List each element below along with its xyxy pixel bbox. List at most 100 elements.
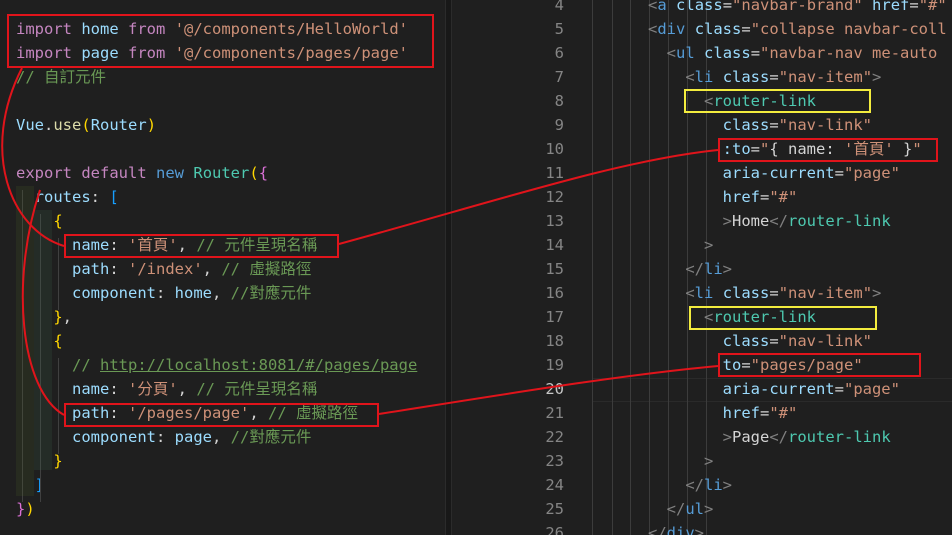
code-token: class xyxy=(722,116,770,134)
right-code-line[interactable]: class="nav-link" xyxy=(648,329,872,353)
left-code-line[interactable]: import page from '@/components/pages/pag… xyxy=(16,41,408,65)
line-number: 18 xyxy=(545,332,564,350)
code-token: '/index' xyxy=(128,260,203,278)
right-code-line[interactable]: href="#" xyxy=(648,401,798,425)
line-number: 15 xyxy=(545,260,564,278)
code-token: , xyxy=(177,380,197,398)
code-token: "navbar-nav me-auto xyxy=(760,44,938,62)
right-code-line[interactable]: <div class="collapse navbar-coll xyxy=(648,17,947,41)
line-number: 17 xyxy=(545,308,564,326)
right-code-line[interactable]: <ul class="navbar-nav me-auto xyxy=(648,41,938,65)
right-code-line[interactable]: to="pages/page" xyxy=(648,353,863,377)
right-code-line[interactable]: <router-link xyxy=(648,89,816,113)
code-token: : xyxy=(109,404,128,422)
left-code-line[interactable]: // 自訂元件 xyxy=(16,65,106,89)
left-code-line[interactable]: }) xyxy=(16,497,35,521)
left-code-line[interactable]: component: page, //對應元件 xyxy=(16,425,311,449)
code-token: import xyxy=(16,20,72,38)
left-code-line[interactable]: component: home, //對應元件 xyxy=(16,281,311,305)
line-number: 9 xyxy=(554,116,564,134)
right-code-line[interactable]: :to="{ name: '首頁' }" xyxy=(648,137,922,161)
indent-band xyxy=(612,0,613,535)
line-number: 22 xyxy=(545,428,564,446)
left-editor-pane[interactable]: import home from '@/components/HelloWorl… xyxy=(0,0,445,535)
code-token: '分頁' xyxy=(128,380,178,398)
line-number: 6 xyxy=(554,44,564,62)
code-token: = xyxy=(769,116,779,134)
code-token: = xyxy=(759,188,770,206)
code-token: } xyxy=(16,500,26,518)
code-token: div xyxy=(666,524,695,535)
code-token: > xyxy=(704,500,714,518)
right-code-line[interactable]: <router-link xyxy=(648,305,816,329)
right-code-line[interactable]: >Page</router-link xyxy=(648,425,891,449)
line-number: 21 xyxy=(545,404,564,422)
code-token: > xyxy=(872,68,882,86)
code-token: ( xyxy=(249,164,259,182)
code-token: > xyxy=(722,260,733,278)
right-code-line[interactable]: </li> xyxy=(648,473,732,497)
right-code-line[interactable]: </li> xyxy=(648,257,732,281)
code-token: "nav-link" xyxy=(778,332,872,350)
right-code-line[interactable]: aria-current="page" xyxy=(648,377,900,401)
right-code-line[interactable]: <a class="navbar-brand" href="#" xyxy=(648,0,947,17)
code-token: > xyxy=(722,428,732,446)
code-token: </ xyxy=(685,476,704,494)
right-code-line[interactable]: href="#" xyxy=(648,185,798,209)
code-token: from xyxy=(128,20,166,38)
line-number: 13 xyxy=(545,212,564,230)
right-code-line[interactable]: <li class="nav-item"> xyxy=(648,65,881,89)
line-number: 14 xyxy=(545,236,564,254)
code-token: : xyxy=(156,428,175,446)
code-token: http://localhost:8081/#/pages/page xyxy=(100,356,418,374)
right-code-line[interactable]: <li class="nav-item"> xyxy=(648,281,881,305)
code-token: class xyxy=(704,44,751,62)
left-code-line[interactable]: path: '/index', // 虛擬路徑 xyxy=(16,257,311,281)
right-code-line[interactable]: class="nav-link" xyxy=(648,113,872,137)
code-token: "page" xyxy=(843,380,900,398)
line-number: 20 xyxy=(545,380,564,398)
line-number: 10 xyxy=(545,140,564,158)
left-code-line[interactable]: name: '分頁', // 元件呈現名稱 xyxy=(16,377,317,401)
code-token: : xyxy=(109,236,128,254)
code-token: < xyxy=(666,44,677,62)
code-token: Home xyxy=(732,212,770,230)
code-token: "nav-item" xyxy=(778,68,873,86)
code-token: a xyxy=(657,0,667,14)
line-number: 4 xyxy=(554,0,564,14)
editor-split-divider[interactable] xyxy=(445,0,452,535)
right-editor-pane[interactable]: 4 5 6 7 8 9 10 11 12 13 14 15 16 17 18 19 20 21 22 23 24 25 26… xyxy=(452,0,952,535)
code-token: " xyxy=(912,140,922,158)
code-token: //對應元件 xyxy=(230,284,312,302)
code-token: < xyxy=(685,284,695,302)
code-token: </ xyxy=(648,524,667,535)
code-token: . xyxy=(44,116,54,134)
right-code-line[interactable]: </div> xyxy=(648,521,704,535)
line-number: 16 xyxy=(545,284,564,302)
code-token: , xyxy=(177,236,197,254)
code-token: component xyxy=(72,428,156,446)
code-token: // 虛擬路徑 xyxy=(221,260,312,278)
right-code-line[interactable]: aria-current="page" xyxy=(648,161,900,185)
right-code-line[interactable]: > xyxy=(648,449,713,473)
code-token: = xyxy=(834,164,844,182)
left-code-line[interactable]: path: '/pages/page', // 虛擬路徑 xyxy=(16,401,358,425)
code-token: href xyxy=(872,0,910,14)
left-code-line[interactable]: // http://localhost:8081/#/pages/page xyxy=(16,353,417,377)
right-code-line[interactable]: > xyxy=(648,233,713,257)
left-code-line[interactable]: Vue.use(Router) xyxy=(16,113,156,137)
left-code-line[interactable]: import home from '@/components/HelloWorl… xyxy=(16,17,408,41)
right-code-line[interactable]: </ul> xyxy=(648,497,714,521)
left-code-line[interactable]: name: '首頁', // 元件呈現名稱 xyxy=(16,233,317,257)
code-token: router-link xyxy=(713,92,816,110)
left-code-line[interactable]: export default new Router({ xyxy=(16,161,268,185)
right-code-line[interactable]: >Home</router-link xyxy=(648,209,891,233)
